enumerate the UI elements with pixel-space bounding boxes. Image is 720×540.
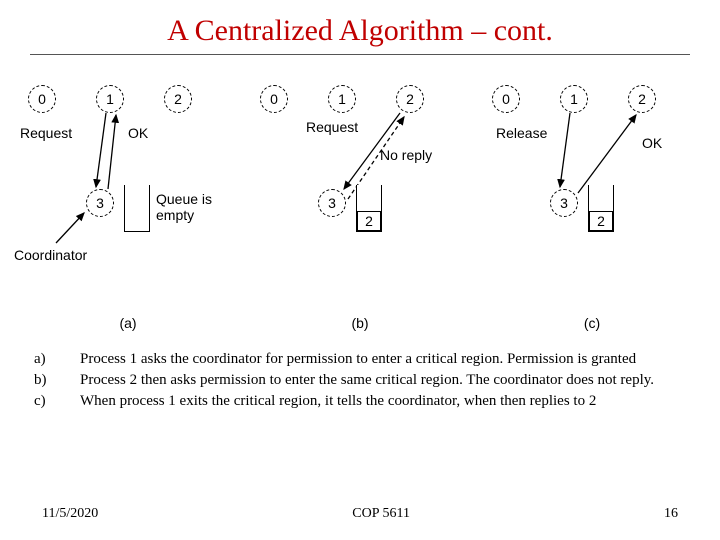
caption-b: (b) [250,315,470,331]
queue-b: 2 [356,185,382,232]
divider [30,54,690,55]
node-b-0: 0 [260,85,288,113]
panel-c: 0 1 2 3 Release OK 2 [482,73,702,303]
diagram-row: 0 1 2 3 Request OK Coordinator Queue is … [0,73,720,303]
footer-date: 11/5/2020 [42,506,98,522]
label-a-request: Request [20,125,72,141]
node-b-1: 1 [328,85,356,113]
label-a-queue: Queue is empty [156,191,212,223]
description-b: b) Process 2 then asks permission to ent… [34,372,686,389]
description-b-key: b) [34,372,80,389]
node-c-1: 1 [560,85,588,113]
node-b-2: 2 [396,85,424,113]
description-c-key: c) [34,393,80,410]
caption-c: (c) [482,315,702,331]
footer-course: COP 5611 [352,506,410,522]
label-c-release: Release [496,125,547,141]
caption-a: (a) [18,315,238,331]
queue-b-item: 2 [357,211,381,231]
panel-b: 0 1 2 3 Request No reply 2 [250,73,470,303]
description-a: a) Process 1 asks the coordinator for pe… [34,351,686,368]
node-a-3: 3 [86,189,114,217]
node-c-2: 2 [628,85,656,113]
label-a-ok: OK [128,125,148,141]
node-a-1: 1 [96,85,124,113]
page-title: A Centralized Algorithm – cont. [0,0,720,54]
node-c-3: 3 [550,189,578,217]
label-b-request: Request [306,119,358,135]
description-list: a) Process 1 asks the coordinator for pe… [0,331,720,410]
description-c: c) When process 1 exits the critical reg… [34,393,686,410]
description-a-text: Process 1 asks the coordinator for permi… [80,351,686,368]
queue-c-item: 2 [589,211,613,231]
label-c-ok: OK [642,135,662,151]
node-a-0: 0 [28,85,56,113]
node-a-2: 2 [164,85,192,113]
node-c-0: 0 [492,85,520,113]
node-b-3: 3 [318,189,346,217]
description-b-text: Process 2 then asks permission to enter … [80,372,686,389]
label-a-coordinator: Coordinator [14,247,87,263]
label-b-noreply: No reply [380,147,432,163]
footer-page: 16 [664,506,678,522]
queue-a [124,185,150,232]
description-a-key: a) [34,351,80,368]
description-c-text: When process 1 exits the critical region… [80,393,686,410]
panel-a: 0 1 2 3 Request OK Coordinator Queue is … [18,73,238,303]
queue-c: 2 [588,185,614,232]
caption-row: (a) (b) (c) [0,309,720,331]
footer: 11/5/2020 COP 5611 16 [0,506,720,522]
